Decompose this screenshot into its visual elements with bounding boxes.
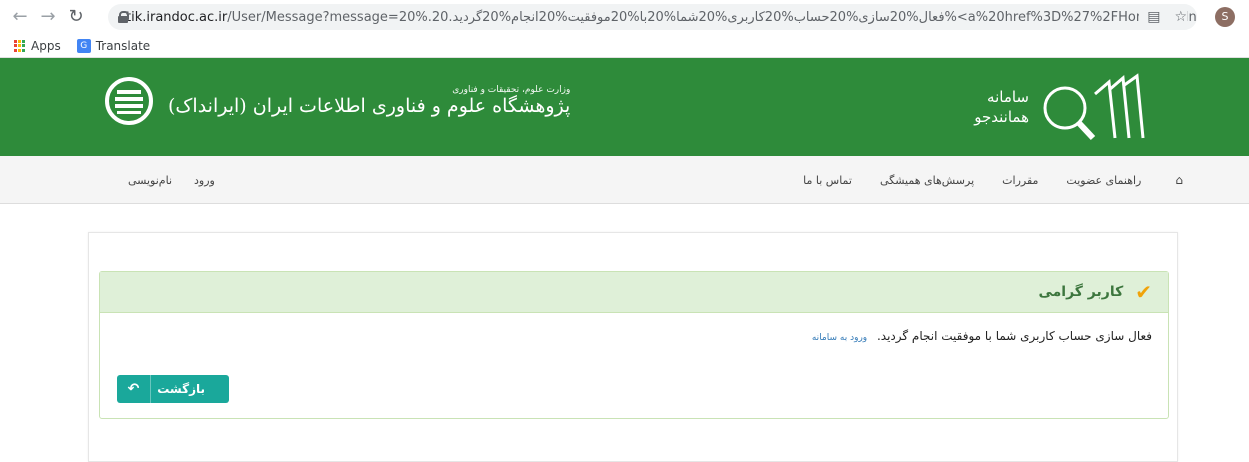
back-arrow-icon[interactable]: ← xyxy=(8,5,32,29)
browser-toolbar: ← → ↻ tik.irandoc.ac.ir/User/Message?mes… xyxy=(0,0,1249,34)
nav-links: ⌂ راهنمای عضویت مقررات پرسش‌های همیشگی ت… xyxy=(803,156,1183,204)
login-link[interactable]: ورود xyxy=(194,174,215,187)
institute-name: پژوهشگاه علوم و فناوری اطلاعات ایران (ای… xyxy=(168,95,571,117)
check-icon: ✔ xyxy=(1135,280,1152,304)
success-alert: ✔ کاربر گرامی فعال سازی حساب کاربری شما … xyxy=(99,271,1169,419)
back-button[interactable]: بازگشت ↶ xyxy=(117,375,229,403)
google-translate-icon: G xyxy=(76,39,91,53)
alert-body: فعال سازی حساب کاربری شما با موفقیت انجا… xyxy=(100,313,1168,343)
site-header: سامانه همانندجو وزارت علوم، تحقیقات و فن… xyxy=(0,58,1249,156)
nav-item-membership-guide[interactable]: راهنمای عضویت xyxy=(1066,174,1141,187)
org-name: وزارت علوم، تحقیقات و فناوری پژوهشگاه عل… xyxy=(168,85,570,117)
content-panel: ✔ کاربر گرامی فعال سازی حساب کاربری شما … xyxy=(88,232,1178,462)
system-name: سامانه همانندجو xyxy=(974,87,1029,127)
system-name-line1: سامانه xyxy=(987,88,1029,106)
register-link[interactable]: نام‌نویسی xyxy=(128,174,172,187)
org-brand[interactable]: وزارت علوم، تحقیقات و فناوری پژوهشگاه عل… xyxy=(104,76,570,126)
nav-item-contact[interactable]: تماس با ما xyxy=(803,174,852,187)
nav-item-faq[interactable]: پرسش‌های همیشگی xyxy=(880,174,974,187)
auth-links: ورود نام‌نویسی xyxy=(128,156,215,204)
system-brand[interactable]: سامانه همانندجو xyxy=(960,72,1149,142)
address-bar[interactable]: tik.irandoc.ac.ir/User/Message?message=2… xyxy=(108,4,1197,30)
bookmark-apps[interactable]: Apps xyxy=(14,39,61,53)
browser-chrome: ← → ↻ tik.irandoc.ac.ir/User/Message?mes… xyxy=(0,0,1249,58)
irandoc-logo-icon xyxy=(105,77,153,125)
profile-avatar[interactable]: S xyxy=(1215,7,1235,27)
login-to-system-link[interactable]: ورود به سامانه xyxy=(812,333,867,343)
bookmarks-bar: Apps G Translate xyxy=(0,34,1249,58)
forward-arrow-icon[interactable]: → xyxy=(36,5,60,29)
ministry-name: وزارت علوم، تحقیقات و فناوری xyxy=(452,85,571,95)
main-navbar: ⌂ راهنمای عضویت مقررات پرسش‌های همیشگی ت… xyxy=(0,156,1249,204)
bookmark-translate[interactable]: G Translate xyxy=(76,39,151,53)
reload-icon[interactable]: ↻ xyxy=(64,5,88,29)
bookmark-label: Apps xyxy=(31,39,61,53)
url-path: /User/Message?message=20%.فعال%20سازی%20… xyxy=(227,9,1197,25)
back-button-label: بازگشت xyxy=(157,382,205,396)
magnifier-documents-icon xyxy=(1043,73,1145,141)
apps-grid-icon xyxy=(14,40,26,52)
nav-item-rules[interactable]: مقررات xyxy=(1002,174,1038,187)
reply-arrow-icon: ↶ xyxy=(117,375,151,403)
alert-header: ✔ کاربر گرامی xyxy=(100,272,1168,313)
translate-page-icon[interactable]: ▤ xyxy=(1147,9,1160,25)
omnibox-actions: ▤ ☆ xyxy=(1139,4,1187,30)
alert-message: فعال سازی حساب کاربری شما با موفقیت انجا… xyxy=(876,329,1152,343)
alert-title: کاربر گرامی xyxy=(1038,284,1124,300)
url-host: tik.irandoc.ac.ir xyxy=(126,9,228,25)
system-name-line2: همانندجو xyxy=(974,108,1029,126)
bookmark-label: Translate xyxy=(95,39,151,53)
home-icon[interactable]: ⌂ xyxy=(1175,173,1183,187)
bookmark-star-icon[interactable]: ☆ xyxy=(1174,9,1187,25)
